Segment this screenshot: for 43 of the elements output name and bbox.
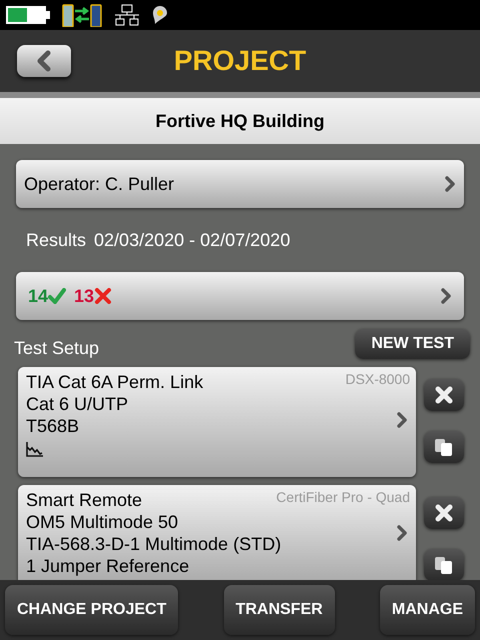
setup-line: 1 Jumper Reference [26,555,190,577]
copy-icon [434,437,454,457]
close-icon [434,385,454,405]
results-label: Results [26,229,86,252]
setup-line: Smart Remote [26,489,142,511]
chevron-right-icon [440,287,452,305]
setup-line: OM5 Multimode 50 [26,511,178,533]
check-icon [48,288,66,304]
cross-icon [94,288,112,304]
chevron-right-icon [444,175,456,193]
setup-line: TIA-568.3-D-1 Multimode (STD) [26,533,282,555]
page-title: PROJECT [174,44,306,78]
devices-icon [62,3,102,27]
fail-count: 13 [74,284,94,308]
operator-row[interactable]: Operator: C. Puller [16,160,464,208]
chevron-right-icon [396,411,408,429]
network-icon [114,4,140,26]
footer-button[interactable]: MANAGE [380,585,475,635]
close-icon [434,503,454,523]
delete-button[interactable] [424,497,464,529]
chevron-right-icon [396,524,408,542]
setup-line: TIA Cat 6A Perm. Link [26,371,204,393]
copy-button[interactable] [424,431,464,463]
setup-line: T568B [26,415,80,437]
footer-button[interactable]: CHANGE PROJECT [5,585,178,635]
pass-count: 14 [28,284,48,308]
copy-button[interactable] [424,549,464,580]
copy-icon [434,555,454,575]
location-pin-icon [152,5,168,25]
test-setup-label: Test Setup [14,337,100,360]
new-test-button[interactable]: NEW TEST [355,329,470,359]
back-button[interactable] [17,45,71,77]
results-dates: 02/03/2020 - 02/07/2020 [94,229,290,252]
graph-icon [26,441,44,457]
battery-icon [6,5,50,25]
delete-button[interactable] [424,379,464,411]
test-setup-card[interactable]: TIA Cat 6A Perm. Link DSX-8000 Cat 6 U/UTP T568B [18,367,416,477]
setup-line: Cat 6 U/UTP [26,393,128,415]
footer-button[interactable]: TRANSFER [224,585,335,635]
device-label: DSX-8000 [345,370,410,389]
device-label: CertiFiber Pro - Quad [276,488,410,507]
test-setup-card[interactable]: Smart Remote CertiFiber Pro - Quad OM5 Multimode 50 TIA-568.3-D-1 Multimode (STD) 1 Jumper Reference [18,485,416,580]
project-name-bar: Fortive HQ Building [0,98,480,144]
